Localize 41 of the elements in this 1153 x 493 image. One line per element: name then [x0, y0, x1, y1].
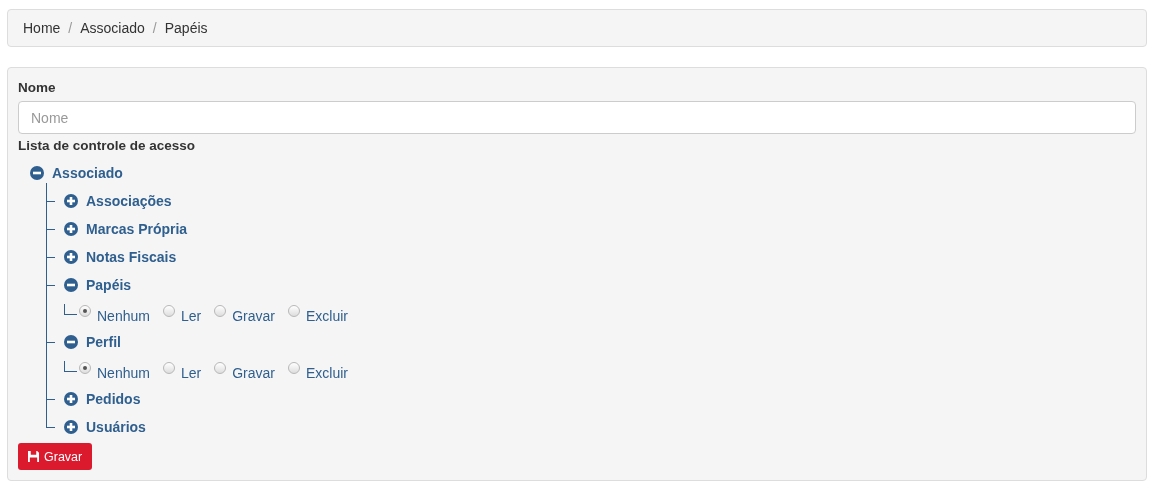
radio-label[interactable]: Ler — [180, 303, 202, 324]
radio-button[interactable] — [79, 361, 91, 374]
breadcrumb-separator: / — [68, 20, 73, 36]
tree-node-label[interactable]: Associações — [86, 193, 172, 209]
breadcrumb-link[interactable]: Home — [23, 20, 61, 36]
breadcrumb-link[interactable]: Papéis — [164, 20, 208, 36]
radio-button[interactable] — [214, 304, 227, 317]
tree-node-label[interactable]: Associado — [52, 165, 123, 181]
radio-label[interactable]: Excluir — [305, 360, 348, 381]
radio-label[interactable]: Gravar — [232, 360, 275, 381]
name-input-field[interactable]: Nome — [18, 101, 1136, 134]
radio-label[interactable]: Ler — [180, 360, 202, 381]
radio-label[interactable]: Excluir — [305, 303, 348, 324]
radio-button[interactable] — [162, 304, 175, 317]
radio-button[interactable] — [162, 361, 175, 374]
expand-icon[interactable] — [64, 194, 78, 208]
tree-node-label[interactable]: Marcas Própria — [86, 221, 188, 237]
save-button[interactable]: Gravar — [18, 443, 93, 470]
field-label: Nome — [18, 80, 56, 95]
collapse-icon[interactable] — [64, 335, 78, 349]
expand-icon[interactable] — [64, 250, 78, 264]
tree-node-label[interactable]: Notas Fiscais — [86, 249, 177, 265]
breadcrumb-link[interactable]: Associado — [80, 20, 145, 36]
radio-label[interactable]: Gravar — [232, 303, 275, 324]
radio-label[interactable]: Nenhum — [97, 303, 150, 324]
tree-node-label[interactable]: Papéis — [86, 277, 132, 293]
radio-button[interactable] — [287, 304, 300, 317]
collapse-icon[interactable] — [30, 166, 44, 180]
breadcrumb-separator: / — [152, 20, 157, 36]
tree-node-label[interactable]: Perfil — [86, 334, 121, 350]
expand-icon[interactable] — [64, 392, 78, 406]
expand-icon[interactable] — [64, 222, 78, 236]
section-label: Lista de controle de acesso — [18, 138, 196, 153]
radio-label[interactable]: Nenhum — [97, 360, 150, 381]
tree-node-label[interactable]: Usuários — [86, 419, 146, 435]
expand-icon[interactable] — [64, 420, 78, 434]
radio-button[interactable] — [79, 304, 91, 317]
radio-button[interactable] — [214, 361, 227, 374]
radio-button[interactable] — [287, 361, 300, 374]
tree-node-label[interactable]: Pedidos — [86, 391, 141, 407]
collapse-icon[interactable] — [64, 278, 78, 292]
